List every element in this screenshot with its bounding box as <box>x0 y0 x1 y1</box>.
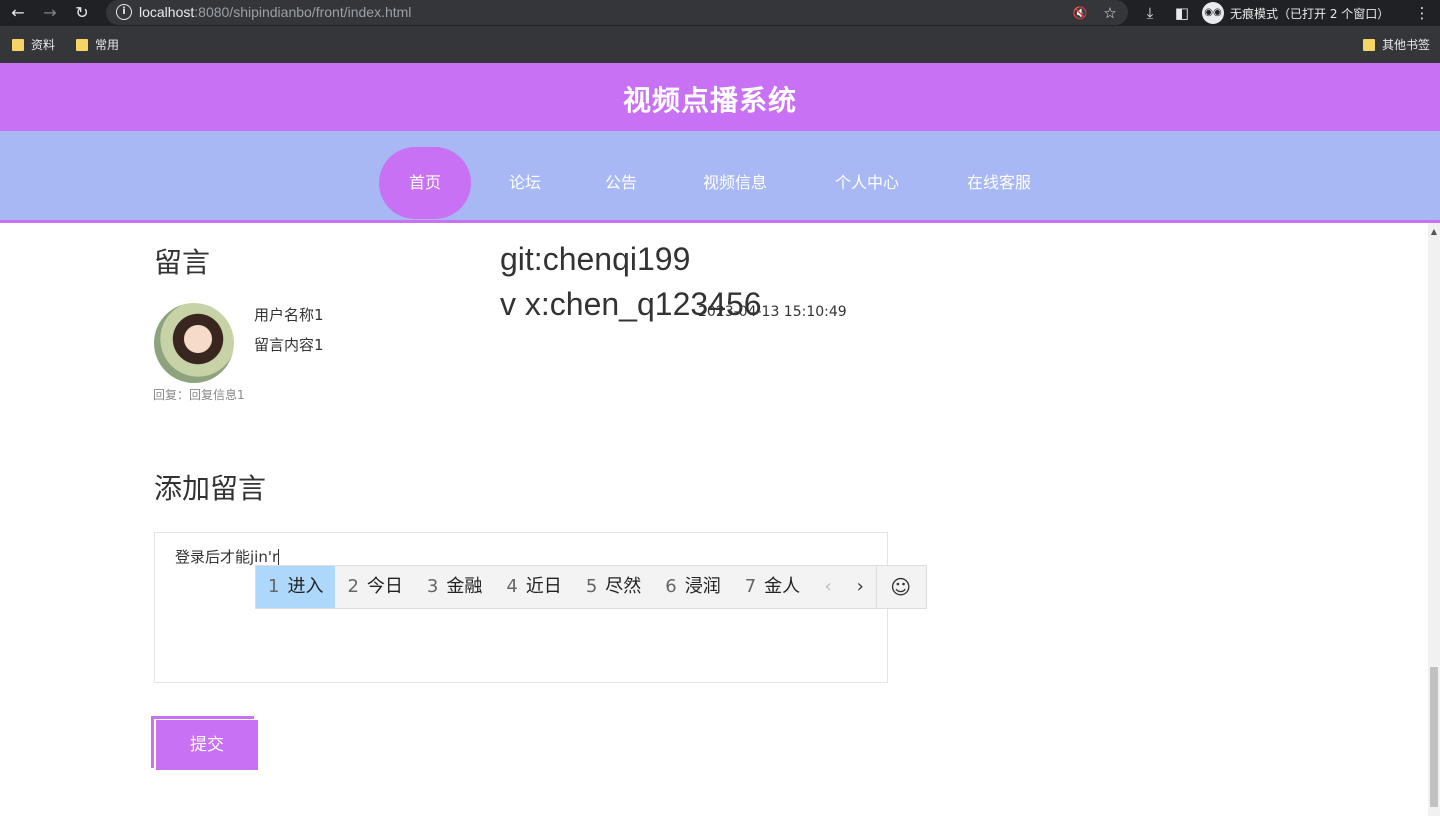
message-time: 2023-04-13 15:10:49 <box>698 304 847 320</box>
url-text[interactable]: localhost:8080/shipindianbo/front/index.… <box>139 4 411 20</box>
ime-prev-page-icon[interactable]: ‹ <box>812 566 844 608</box>
other-bookmarks[interactable]: 其他书签 <box>1363 36 1430 53</box>
ime-candidate-number: 1 <box>268 576 280 597</box>
ime-candidate[interactable]: 6 浸润 <box>653 566 732 608</box>
watermark-line-1: git:chenqi199 <box>500 241 691 277</box>
folder-icon <box>1363 38 1375 51</box>
nav-forum[interactable]: 论坛 <box>490 147 560 219</box>
ime-candidate-text: 近日 <box>525 576 562 597</box>
reload-icon[interactable]: ↻ <box>72 3 92 23</box>
ime-emoji-icon[interactable]: ☺ <box>876 566 924 608</box>
sidepanel-icon[interactable]: ◧ <box>1172 3 1192 23</box>
textarea-value: 登录后才能jin'r <box>175 548 279 566</box>
ime-candidate-number: 4 <box>506 576 518 597</box>
ime-candidate-bar: 1 进入 2 今日 3 金融 4 近日 5 尽然 6 浸润 7 金人 ‹ › ☺ <box>255 565 927 609</box>
ime-candidate[interactable]: 1 进入 <box>256 566 336 608</box>
other-bookmarks-label: 其他书签 <box>1382 38 1431 52</box>
url-host: localhost <box>139 4 195 20</box>
ime-candidate[interactable]: 5 尽然 <box>574 566 653 608</box>
ime-candidate-text: 进入 <box>287 576 324 597</box>
site-info-icon[interactable]: i <box>116 4 132 20</box>
download-icon[interactable]: ⤓ <box>1140 3 1160 23</box>
ime-candidate-number: 3 <box>426 576 439 597</box>
nav-home[interactable]: 首页 <box>379 147 471 219</box>
ime-candidate-number: 7 <box>744 576 757 597</box>
main-content: 留言 git:chenqi199 v x:chen_q123456 用户名称1 … <box>0 223 1428 816</box>
page-scrollbar[interactable]: ▲ <box>1428 223 1440 816</box>
forward-icon[interactable]: → <box>40 3 60 23</box>
address-bar[interactable]: i localhost:8080/shipindianbo/front/inde… <box>106 0 1128 25</box>
bookmark-folder-ziliao[interactable]: 资料 <box>12 36 55 53</box>
submit-button[interactable]: 提交 <box>156 720 258 770</box>
bookmark-label: 资料 <box>31 38 56 52</box>
browser-toolbar: ← → ↻ i localhost:8080/shipindianbo/fron… <box>0 0 1440 26</box>
message-reply: 回复：回复信息1 <box>153 388 245 402</box>
message-content: 留言内容1 <box>254 336 324 354</box>
bookmark-folder-changyong[interactable]: 常用 <box>76 36 119 53</box>
submit-decoration <box>151 716 254 719</box>
incognito-label: 无痕模式（已打开 2 个窗口） <box>1230 6 1390 21</box>
ime-candidate[interactable]: 3 金融 <box>415 566 494 608</box>
audio-muted-icon[interactable]: 🔇 <box>1070 3 1090 23</box>
ime-candidate-text: 今日 <box>366 576 403 597</box>
nav-online-service[interactable]: 在线客服 <box>954 147 1044 219</box>
nav-personal-center[interactable]: 个人中心 <box>822 147 912 219</box>
ime-candidate-number: 2 <box>347 576 359 597</box>
ime-candidate-text: 金人 <box>764 576 801 597</box>
site-title: 视频点播系统 <box>622 84 797 117</box>
bookmark-star-icon[interactable]: ☆ <box>1100 3 1120 23</box>
scroll-thumb[interactable] <box>1430 667 1438 807</box>
menu-icon[interactable]: ⋮ <box>1412 3 1432 23</box>
nav-video-info[interactable]: 视频信息 <box>690 147 780 219</box>
submit-decoration <box>151 716 154 768</box>
add-message-title: 添加留言 <box>154 472 267 505</box>
scroll-up-icon[interactable]: ▲ <box>1428 227 1440 237</box>
ime-candidate[interactable]: 7 金人 <box>733 566 812 608</box>
ime-candidate[interactable]: 2 今日 <box>335 566 414 608</box>
bookmarks-bar: 资料 常用 其他书签 <box>0 26 1440 63</box>
incognito-indicator[interactable]: ◉◉ 无痕模式（已打开 2 个窗口） <box>1202 1 1389 25</box>
ime-candidate[interactable]: 4 近日 <box>494 566 573 608</box>
site-header: 视频点播系统 <box>0 63 1440 131</box>
message-username: 用户名称1 <box>254 306 324 324</box>
ime-candidate-text: 尽然 <box>605 576 642 597</box>
incognito-icon: ◉◉ <box>1202 2 1224 24</box>
folder-icon <box>12 38 24 51</box>
ime-candidate-text: 浸润 <box>684 576 721 597</box>
folder-icon <box>76 38 88 51</box>
nav-notice[interactable]: 公告 <box>586 147 656 219</box>
ime-candidate-number: 5 <box>585 576 598 597</box>
ime-candidate-number: 6 <box>665 576 677 597</box>
back-icon[interactable]: ← <box>8 3 28 23</box>
main-nav: 首页 论坛 公告 视频信息 个人中心 在线客服 <box>0 131 1440 223</box>
messages-title: 留言 <box>154 246 211 279</box>
text-caret <box>278 548 280 567</box>
ime-candidate-text: 金融 <box>446 576 483 597</box>
url-path: :8080/shipindianbo/front/index.html <box>194 4 412 20</box>
avatar <box>154 303 234 383</box>
bookmark-label: 常用 <box>95 38 120 52</box>
ime-next-page-icon[interactable]: › <box>844 566 876 608</box>
